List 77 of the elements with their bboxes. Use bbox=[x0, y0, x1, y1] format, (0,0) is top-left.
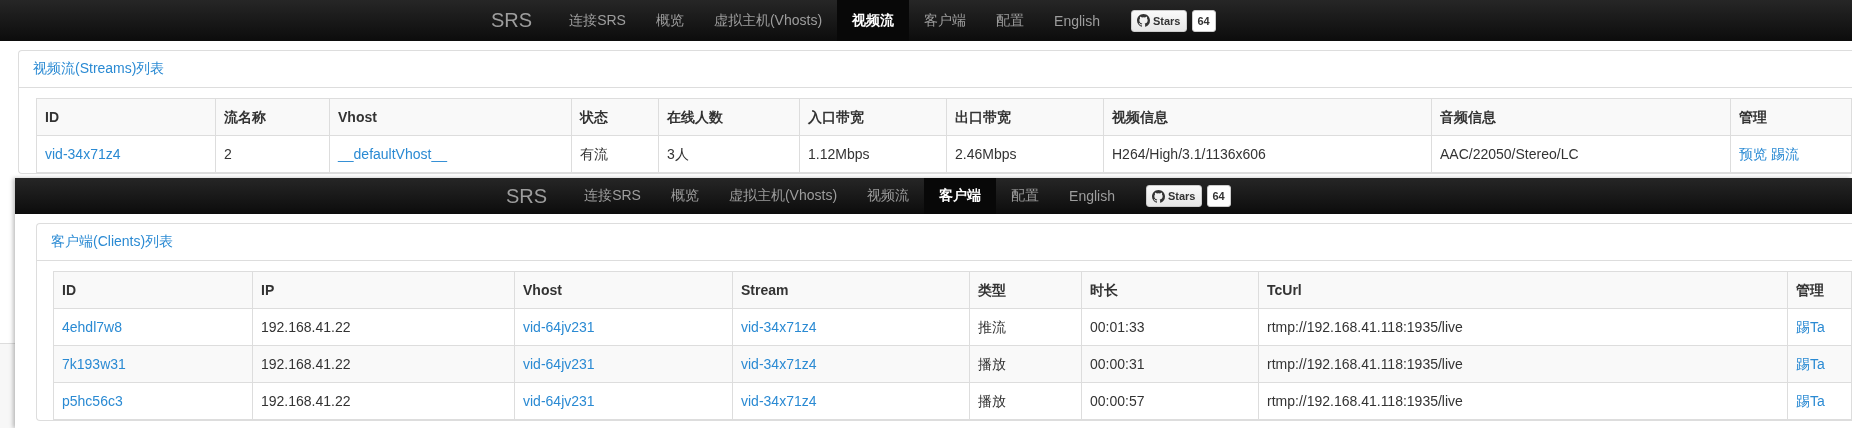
table-link[interactable]: vid-64jv231 bbox=[523, 393, 595, 409]
column-header: 音频信息 bbox=[1431, 98, 1731, 136]
nav-tab[interactable]: 概览 bbox=[640, 0, 699, 41]
column-header: TcUrl bbox=[1258, 271, 1788, 309]
panel-title: 视频流(Streams)列表 bbox=[33, 60, 165, 78]
table-link[interactable]: 踢Ta bbox=[1796, 356, 1825, 372]
nav-tab[interactable]: 虚拟主机(Vhosts) bbox=[698, 0, 838, 41]
table-cell: 192.168.41.22 bbox=[252, 345, 515, 383]
nav-tab[interactable]: 概览 bbox=[655, 178, 714, 214]
table-link[interactable]: 预览 bbox=[1739, 146, 1767, 162]
table-link[interactable]: 4ehdl7w8 bbox=[62, 319, 122, 335]
table-cell: 2.46Mbps bbox=[946, 135, 1104, 173]
table-link[interactable]: vid-34x71z4 bbox=[741, 319, 817, 335]
nav-tab[interactable]: 客户端 bbox=[909, 0, 982, 41]
table-cell: 00:00:31 bbox=[1081, 345, 1259, 383]
nav-tab[interactable]: 配置 bbox=[996, 178, 1055, 214]
nav-tab[interactable]: 虚拟主机(Vhosts) bbox=[713, 178, 853, 214]
nav-tab[interactable]: 视频流 bbox=[852, 178, 925, 214]
column-header: 流名称 bbox=[215, 98, 330, 136]
table-cell: 00:00:57 bbox=[1081, 382, 1259, 420]
table-cell: 3人 bbox=[658, 135, 800, 173]
column-header: 出口带宽 bbox=[946, 98, 1104, 136]
table-cell: 2 bbox=[215, 135, 330, 173]
table-cell: 有流 bbox=[571, 135, 659, 173]
table-cell: rtmp://192.168.41.118:1935/live bbox=[1258, 345, 1788, 383]
star-count[interactable]: 64 bbox=[1191, 9, 1216, 32]
table-cell: 播放 bbox=[969, 382, 1082, 420]
table-cell: AAC/22050/Stereo/LC bbox=[1431, 135, 1731, 173]
column-header: 时长 bbox=[1081, 271, 1259, 309]
column-header: 状态 bbox=[571, 98, 659, 136]
table-cell: 00:01:33 bbox=[1081, 308, 1259, 346]
nav-tab[interactable]: English bbox=[1039, 0, 1115, 41]
nav-tab[interactable]: 视频流 bbox=[837, 0, 910, 41]
table-link[interactable]: vid-34x71z4 bbox=[741, 356, 817, 372]
column-header: ID bbox=[53, 271, 253, 309]
table-link[interactable]: 踢Ta bbox=[1796, 319, 1825, 335]
github-stars-button[interactable]: Stars bbox=[1130, 9, 1187, 32]
table-link[interactable]: vid-64jv231 bbox=[523, 356, 595, 372]
table-link[interactable]: vid-34x71z4 bbox=[45, 146, 121, 162]
panel-title: 客户端(Clients)列表 bbox=[51, 233, 174, 251]
column-header: ID bbox=[36, 98, 216, 136]
table-cell: rtmp://192.168.41.118:1935/live bbox=[1258, 382, 1788, 420]
table-cell: 推流 bbox=[969, 308, 1082, 346]
table-link[interactable]: 踢Ta bbox=[1796, 393, 1825, 409]
star-count[interactable]: 64 bbox=[1206, 185, 1231, 207]
table-cell: rtmp://192.168.41.118:1935/live bbox=[1258, 308, 1788, 346]
column-header: Vhost bbox=[514, 271, 733, 309]
github-icon bbox=[1136, 14, 1150, 27]
table-link[interactable]: __defaultVhost__ bbox=[338, 146, 447, 162]
table-link[interactable]: vid-64jv231 bbox=[523, 319, 595, 335]
column-header: 管理 bbox=[1787, 271, 1852, 309]
brand-link[interactable]: SRS bbox=[491, 178, 570, 214]
nav-tab[interactable]: 客户端 bbox=[924, 178, 997, 214]
github-stars-button[interactable]: Stars bbox=[1145, 185, 1202, 207]
brand-link[interactable]: SRS bbox=[476, 0, 555, 41]
table-link[interactable]: p5hc56c3 bbox=[62, 393, 123, 409]
table-cell: 192.168.41.22 bbox=[252, 382, 515, 420]
column-header: 在线人数 bbox=[658, 98, 800, 136]
table-link[interactable]: 踢流 bbox=[1770, 146, 1799, 162]
table-cell: 192.168.41.22 bbox=[252, 308, 515, 346]
nav-tab[interactable]: 连接SRS bbox=[569, 178, 656, 214]
github-icon bbox=[1151, 189, 1165, 203]
column-header: IP bbox=[252, 271, 515, 309]
column-header: 管理 bbox=[1730, 98, 1852, 136]
column-header: Stream bbox=[732, 271, 970, 309]
table-link[interactable]: vid-34x71z4 bbox=[741, 393, 817, 409]
nav-tab[interactable]: English bbox=[1054, 178, 1130, 214]
table-cell: H264/High/3.1/1136x606 bbox=[1103, 135, 1432, 173]
table-link[interactable]: 7k193w31 bbox=[62, 356, 126, 372]
nav-tab[interactable]: 连接SRS bbox=[554, 0, 641, 41]
table-cell: 播放 bbox=[969, 345, 1082, 383]
column-header: 类型 bbox=[969, 271, 1082, 309]
column-header: Vhost bbox=[329, 98, 572, 136]
table-cell: 1.12Mbps bbox=[799, 135, 947, 173]
nav-tab[interactable]: 配置 bbox=[981, 0, 1040, 41]
column-header: 入口带宽 bbox=[799, 98, 947, 136]
column-header: 视频信息 bbox=[1103, 98, 1432, 136]
